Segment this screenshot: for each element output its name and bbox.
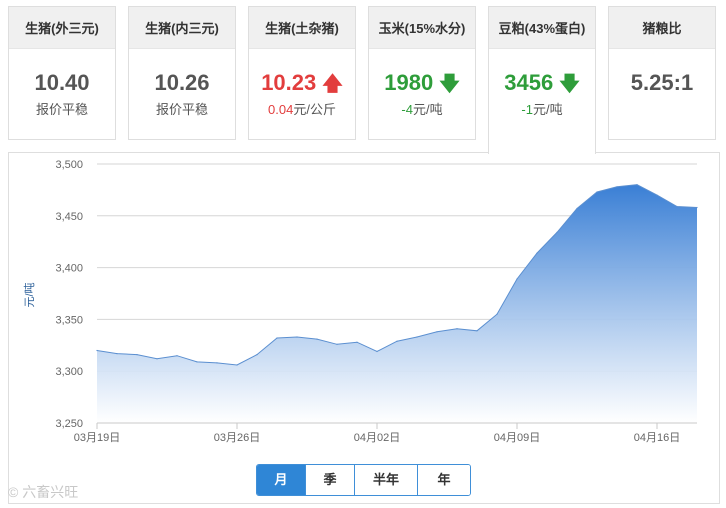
tab-title: 豆粕(43%蛋白) [489, 7, 595, 49]
data-point [576, 207, 578, 210]
arrow-down-icon: 🡇 [559, 73, 580, 95]
price-change: -4元/吨 [369, 99, 475, 118]
change-unit: 元/吨 [532, 102, 563, 117]
data-point [96, 349, 98, 352]
tab-title: 生猪(外三元) [9, 7, 115, 49]
data-point [356, 341, 358, 343]
data-point [556, 231, 558, 233]
change-unit: 元/吨 [412, 102, 443, 117]
y-axis: 3,250 3,300 3,350 3,400 3,450 3,500 [55, 159, 83, 430]
x-tick-label: 04月02日 [354, 432, 400, 444]
arrow-up-icon: 🡅 [322, 73, 343, 95]
y-axis-title: 元/吨 [23, 282, 36, 307]
tab-hog-inner[interactable]: 生猪(内三元) 10.26 报价平稳 [128, 6, 236, 140]
data-point [296, 336, 298, 338]
data-point [136, 354, 138, 356]
data-point [596, 191, 598, 193]
y-tick-label: 3,450 [55, 211, 83, 223]
tab-corn[interactable]: 玉米(15%水分) 1980 🡇 -4元/吨 [368, 6, 476, 140]
period-month-button[interactable]: 月 [257, 465, 305, 495]
data-point [616, 186, 618, 188]
data-point [456, 328, 458, 330]
data-point [256, 354, 258, 356]
tab-title: 生猪(内三元) [129, 7, 235, 49]
arrow-down-icon: 🡇 [439, 73, 460, 95]
price-change: -1元/吨 [489, 99, 595, 118]
data-point [436, 331, 438, 333]
price-change: 0.04元/公斤 [249, 99, 355, 118]
tab-title: 猪粮比 [609, 7, 715, 49]
price-value: 1980 [384, 70, 434, 95]
data-point [496, 313, 498, 315]
data-point [196, 361, 198, 363]
watermark-text: 六畜兴旺 [22, 484, 79, 500]
data-point [696, 206, 698, 209]
tab-soymeal[interactable]: 豆粕(43%蛋白) 3456 🡇 -1元/吨 [488, 6, 596, 154]
price-value-row: 10.23 🡅 [249, 69, 355, 97]
tab-hog-grain-ratio[interactable]: 猪粮比 5.25:1 [608, 6, 716, 140]
period-quarter-button[interactable]: 季 [305, 465, 354, 495]
period-halfyear-button[interactable]: 半年 [354, 465, 417, 495]
tab-title: 生猪(土杂猪) [249, 7, 355, 49]
tab-hog-mixed[interactable]: 生猪(土杂猪) 10.23 🡅 0.04元/公斤 [248, 6, 356, 140]
price-tabs: 生猪(外三元) 10.40 报价平稳 生猪(内三元) 10.26 报价平稳 生猪… [8, 6, 720, 154]
change-amount: 0.04 [268, 102, 294, 117]
data-point [516, 278, 518, 280]
data-point [636, 184, 638, 186]
chart-panel: 03月19日 03月26日 04月02日 04月09日 04月16日 3,250 3,30… [8, 152, 720, 504]
price-status: 报价平稳 [35, 102, 88, 117]
price-value: 10.26 [154, 70, 210, 95]
y-tick-label: 3,250 [55, 418, 83, 430]
data-point [676, 205, 678, 208]
data-point [536, 252, 538, 254]
y-tick-label: 3,300 [55, 366, 83, 378]
x-tick-label: 04月16日 [634, 432, 680, 444]
data-point [416, 336, 418, 338]
chart-series [96, 184, 698, 423]
y-tick-label: 3,350 [55, 314, 83, 326]
change-amount: -4 [401, 102, 413, 117]
tab-title: 玉米(15%水分) [369, 7, 475, 49]
tab-hog-outer[interactable]: 生猪(外三元) 10.40 报价平稳 [8, 6, 116, 140]
y-tick-label: 3,500 [55, 159, 83, 171]
area-fill [97, 184, 697, 423]
price-value-row: 3456 🡇 [489, 69, 595, 97]
x-tick-label: 04月09日 [494, 432, 540, 444]
x-tick-label: 03月19日 [74, 432, 120, 444]
watermark: © 六畜兴旺 [8, 484, 79, 500]
data-point [276, 337, 278, 339]
price-value: 3456 [504, 70, 554, 95]
y-tick-label: 3,400 [55, 263, 83, 275]
data-point [396, 340, 398, 342]
price-value: 10.23 [261, 70, 317, 95]
data-point [116, 353, 118, 355]
price-value-row: 1980 🡇 [369, 69, 475, 97]
x-axis: 03月19日 03月26日 04月02日 04月09日 04月16日 [74, 422, 697, 444]
price-status: 报价平稳 [155, 102, 208, 117]
data-point [336, 343, 338, 345]
data-point [216, 362, 218, 364]
data-point [376, 350, 378, 353]
price-chart: 03月19日 03月26日 04月02日 04月09日 04月16日 3,250 3,30… [23, 159, 698, 444]
price-value: 5.25:1 [630, 70, 694, 95]
data-point [476, 330, 478, 332]
price-value: 10.40 [34, 70, 90, 95]
period-selector: 月 季 半年 年 [256, 464, 471, 496]
data-point [316, 338, 318, 340]
change-unit: 元/公斤 [293, 102, 336, 117]
data-point [236, 364, 238, 366]
data-point [156, 358, 158, 360]
data-point [176, 355, 178, 357]
change-amount: -1 [521, 102, 533, 117]
data-point [656, 194, 658, 196]
period-year-button[interactable]: 年 [417, 465, 470, 495]
x-tick-label: 03月26日 [214, 432, 260, 444]
